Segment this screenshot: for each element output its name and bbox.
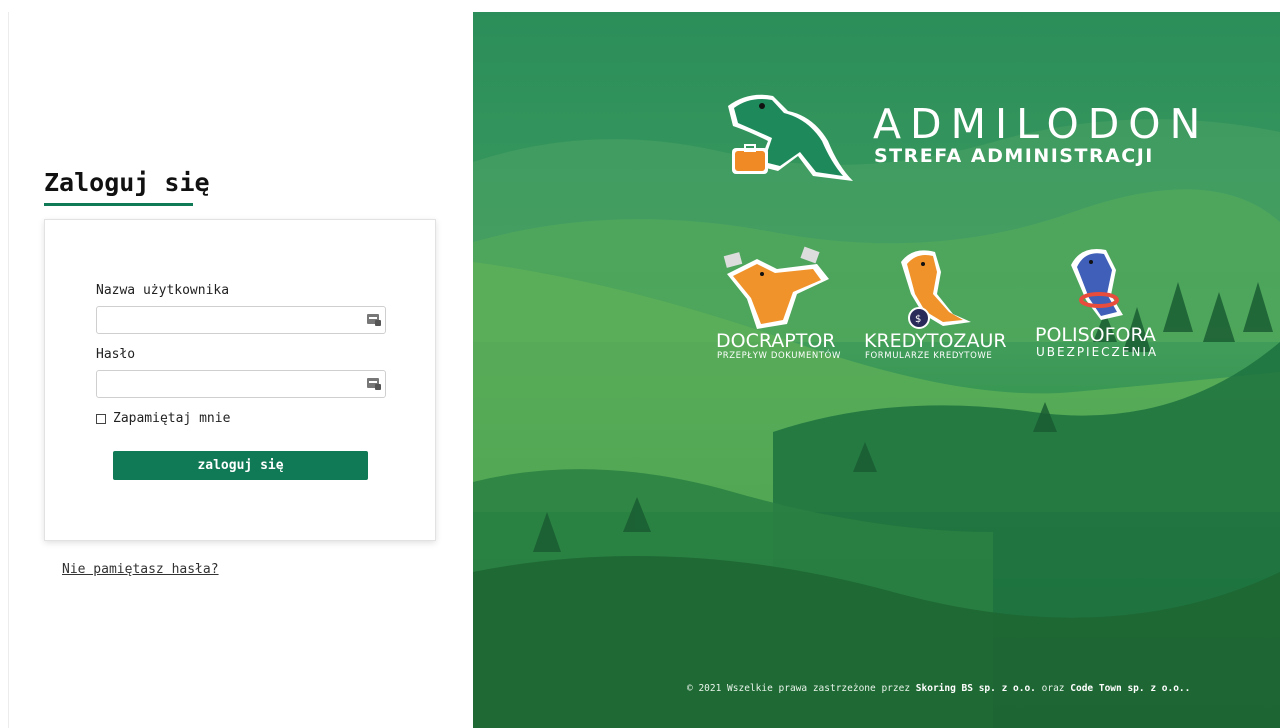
page-title: Zaloguj się — [44, 168, 210, 197]
docraptor-dinosaur-logo — [723, 246, 829, 329]
username-input[interactable] — [96, 306, 386, 334]
admilodon-dinosaur-logo — [728, 94, 853, 181]
app-subtitle-docraptor: PRZEPŁYW DOKUMENTÓW — [717, 351, 841, 361]
footer-company-1: Skoring BS sp. z o.o. — [915, 683, 1036, 694]
polisofora-dinosaur-logo — [1071, 249, 1123, 320]
password-label: Hasło — [96, 347, 136, 362]
svg-text:$: $ — [915, 314, 921, 325]
remember-me-checkbox[interactable] — [96, 413, 106, 424]
brand-title: ADMILODON — [873, 100, 1210, 148]
password-input[interactable] — [96, 370, 386, 398]
app-name-polisofora[interactable]: POLISOFORA — [1035, 324, 1156, 346]
footer-company-2: Code Town sp. z o.o.. — [1070, 683, 1191, 694]
remember-me-row[interactable]: Zapamiętaj mnie — [96, 411, 230, 426]
username-label: Nazwa użytkownika — [96, 283, 230, 298]
password-manager-icon[interactable] — [367, 378, 381, 390]
remember-me-label: Zapamiętaj mnie — [113, 411, 231, 426]
app-name-kredytozaur[interactable]: KREDYTOZAUR — [864, 330, 1007, 352]
app-subtitle-kredytozaur: FORMULARZE KREDYTOWE — [865, 351, 993, 361]
hero-panel: ADMILODON STREFA ADMINISTRACJI DOCRAPTOR… — [473, 12, 1280, 728]
left-edge-divider — [8, 12, 9, 728]
title-underline — [44, 203, 193, 206]
kredytozaur-dinosaur-logo: $ — [901, 250, 971, 329]
footer-copyright: © 2021 Wszelkie prawa zastrzeżone przez … — [687, 683, 1190, 694]
app-subtitle-polisofora: UBEZPIECZENIA — [1036, 345, 1159, 359]
password-manager-icon[interactable] — [367, 314, 381, 326]
brand-subtitle: STREFA ADMINISTRACJI — [874, 145, 1154, 167]
footer-conjunction: oraz — [1041, 683, 1065, 694]
login-card: Nazwa użytkownika Hasło Zapamiętaj mnie … — [44, 219, 436, 541]
top-strip — [0, 0, 1280, 12]
footer-prefix: © 2021 Wszelkie prawa zastrzeżone przez — [687, 683, 911, 694]
app-name-docraptor[interactable]: DOCRAPTOR — [716, 330, 836, 352]
forgot-password-link[interactable]: Nie pamiętasz hasła? — [62, 562, 219, 577]
login-button[interactable]: zaloguj się — [113, 451, 368, 480]
